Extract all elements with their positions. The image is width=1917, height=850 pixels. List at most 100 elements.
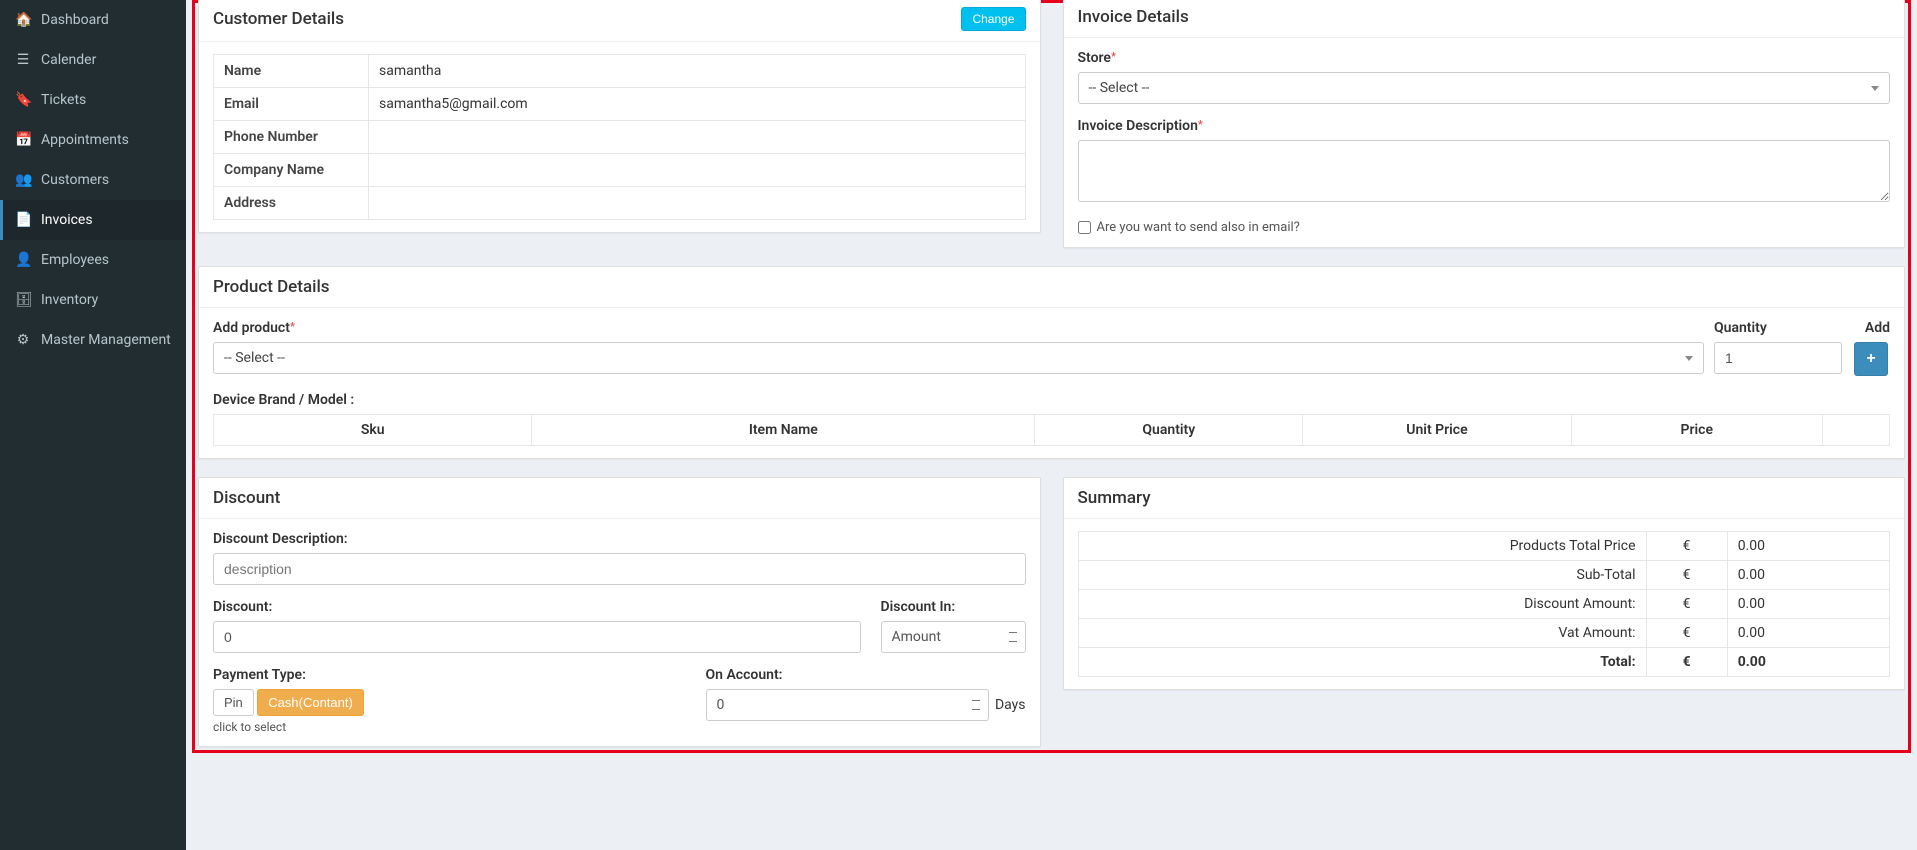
device-brand-model-label: Device Brand / Model : xyxy=(213,392,1890,408)
invoices-icon: 📄 xyxy=(15,212,31,228)
table-row: Company Name xyxy=(214,154,1026,187)
customers-icon: 👥 xyxy=(15,172,31,188)
col-quantity: Quantity xyxy=(1035,415,1303,446)
sidebar-item-label: Customers xyxy=(41,172,109,188)
company-value xyxy=(369,154,1026,187)
payment-cash-button[interactable]: Cash(Contant) xyxy=(257,689,364,716)
summary-row-total: Total: € 0.00 xyxy=(1078,648,1890,677)
table-row: Name samantha xyxy=(214,55,1026,88)
table-header-row: Sku Item Name Quantity Unit Price Price xyxy=(214,415,1890,446)
summary-value: 0.00 xyxy=(1727,648,1889,677)
invoice-details-card: Invoice Details Store* -- Select -- Invo… xyxy=(1063,0,1906,248)
sidebar-item-master-management[interactable]: ⚙ Master Management xyxy=(0,320,186,360)
card-title: Customer Details xyxy=(213,9,344,29)
currency-symbol: € xyxy=(1646,648,1727,677)
table-row: Email samantha5@gmail.com xyxy=(214,88,1026,121)
discount-input[interactable] xyxy=(213,621,861,653)
summary-value: 0.00 xyxy=(1727,561,1889,590)
summary-label: Total: xyxy=(1078,648,1646,677)
store-select[interactable]: -- Select -- xyxy=(1078,72,1891,104)
payment-pin-button[interactable]: Pin xyxy=(213,689,254,716)
summary-value: 0.00 xyxy=(1727,619,1889,648)
sidebar-item-label: Dashboard xyxy=(41,12,109,28)
table-row: Phone Number xyxy=(214,121,1026,154)
highlight-outline: Customer Details Change Name samantha Em… xyxy=(192,0,1911,753)
currency-symbol: € xyxy=(1646,532,1727,561)
plus-icon: + xyxy=(1866,350,1875,368)
sidebar-item-label: Calender xyxy=(41,52,96,68)
on-account-label: On Account: xyxy=(706,667,1026,683)
sidebar-item-appointments[interactable]: 📅 Appointments xyxy=(0,120,186,160)
col-price: Price xyxy=(1571,415,1822,446)
sidebar-item-label: Appointments xyxy=(41,132,129,148)
discount-in-select[interactable]: Amount xyxy=(881,621,1026,653)
dashboard-icon: 🏠 xyxy=(15,12,31,28)
product-details-card: Product Details Add product* -- Select -… xyxy=(198,266,1905,459)
send-email-label: Are you want to send also in email? xyxy=(1097,220,1300,235)
summary-value: 0.00 xyxy=(1727,590,1889,619)
on-account-value: 0 xyxy=(717,697,725,713)
change-customer-button[interactable]: Change xyxy=(961,7,1025,31)
sidebar-item-employees[interactable]: 👤 Employees xyxy=(0,240,186,280)
name-value: samantha xyxy=(369,55,1026,88)
sidebar-item-invoices[interactable]: 📄 Invoices xyxy=(0,200,186,240)
store-label: Store* xyxy=(1078,50,1891,66)
address-label: Address xyxy=(214,187,369,220)
payment-hint: click to select xyxy=(213,720,686,734)
table-row: Address xyxy=(214,187,1026,220)
summary-label: Products Total Price xyxy=(1078,532,1646,561)
currency-symbol: € xyxy=(1646,561,1727,590)
summary-card: Summary Products Total Price € 0.00 Sub-… xyxy=(1063,477,1906,690)
employees-icon: 👤 xyxy=(15,252,31,268)
add-product-button[interactable]: + xyxy=(1854,342,1888,376)
company-label: Company Name xyxy=(214,154,369,187)
card-title: Summary xyxy=(1078,488,1151,508)
chevron-down-icon xyxy=(1685,356,1693,361)
summary-row-products-total: Products Total Price € 0.00 xyxy=(1078,532,1890,561)
product-table: Sku Item Name Quantity Unit Price Price xyxy=(213,414,1890,446)
summary-row-discount: Discount Amount: € 0.00 xyxy=(1078,590,1890,619)
discount-description-label: Discount Description: xyxy=(213,531,1026,547)
tickets-icon: 🔖 xyxy=(15,92,31,108)
sidebar-item-inventory[interactable]: 🗄 Inventory xyxy=(0,280,186,320)
col-actions xyxy=(1822,415,1889,446)
add-label: Add xyxy=(1852,320,1890,336)
send-email-checkbox[interactable] xyxy=(1078,221,1091,234)
sidebar-item-label: Inventory xyxy=(41,292,98,308)
email-value: samantha5@gmail.com xyxy=(369,88,1026,121)
days-suffix: Days xyxy=(995,697,1026,713)
summary-label: Vat Amount: xyxy=(1078,619,1646,648)
master-management-icon: ⚙ xyxy=(15,332,31,348)
sidebar-item-label: Master Management xyxy=(41,332,171,348)
product-select-value: -- Select -- xyxy=(224,350,285,366)
quantity-input[interactable] xyxy=(1714,342,1842,374)
sidebar-item-calender[interactable]: ☰ Calender xyxy=(0,40,186,80)
card-title: Invoice Details xyxy=(1078,7,1189,27)
discount-in-label: Discount In: xyxy=(881,599,1026,615)
address-value xyxy=(369,187,1026,220)
discount-in-value: Amount xyxy=(892,629,941,645)
chevron-down-icon xyxy=(1871,86,1879,91)
payment-type-label: Payment Type: xyxy=(213,667,686,683)
main-content: Customer Details Change Name samantha Em… xyxy=(186,0,1917,850)
invoice-description-label: Invoice Description* xyxy=(1078,118,1891,134)
summary-table: Products Total Price € 0.00 Sub-Total € … xyxy=(1078,531,1891,677)
sidebar-item-tickets[interactable]: 🔖 Tickets xyxy=(0,80,186,120)
sidebar-item-dashboard[interactable]: 🏠 Dashboard xyxy=(0,0,186,40)
discount-card: Discount Discount Description: Discount:… xyxy=(198,477,1041,747)
product-select[interactable]: -- Select -- xyxy=(213,342,1704,374)
invoice-description-textarea[interactable] xyxy=(1078,140,1891,202)
calender-icon: ☰ xyxy=(15,52,31,68)
inventory-icon: 🗄 xyxy=(15,292,31,308)
col-item-name: Item Name xyxy=(532,415,1035,446)
store-select-value: -- Select -- xyxy=(1089,80,1150,96)
on-account-input[interactable]: 0 xyxy=(706,689,989,721)
phone-value xyxy=(369,121,1026,154)
customer-details-table: Name samantha Email samantha5@gmail.com … xyxy=(213,54,1026,220)
sidebar-item-customers[interactable]: 👥 Customers xyxy=(0,160,186,200)
name-label: Name xyxy=(214,55,369,88)
discount-description-input[interactable] xyxy=(213,553,1026,585)
email-label: Email xyxy=(214,88,369,121)
phone-label: Phone Number xyxy=(214,121,369,154)
add-product-label: Add product* xyxy=(213,320,1704,336)
